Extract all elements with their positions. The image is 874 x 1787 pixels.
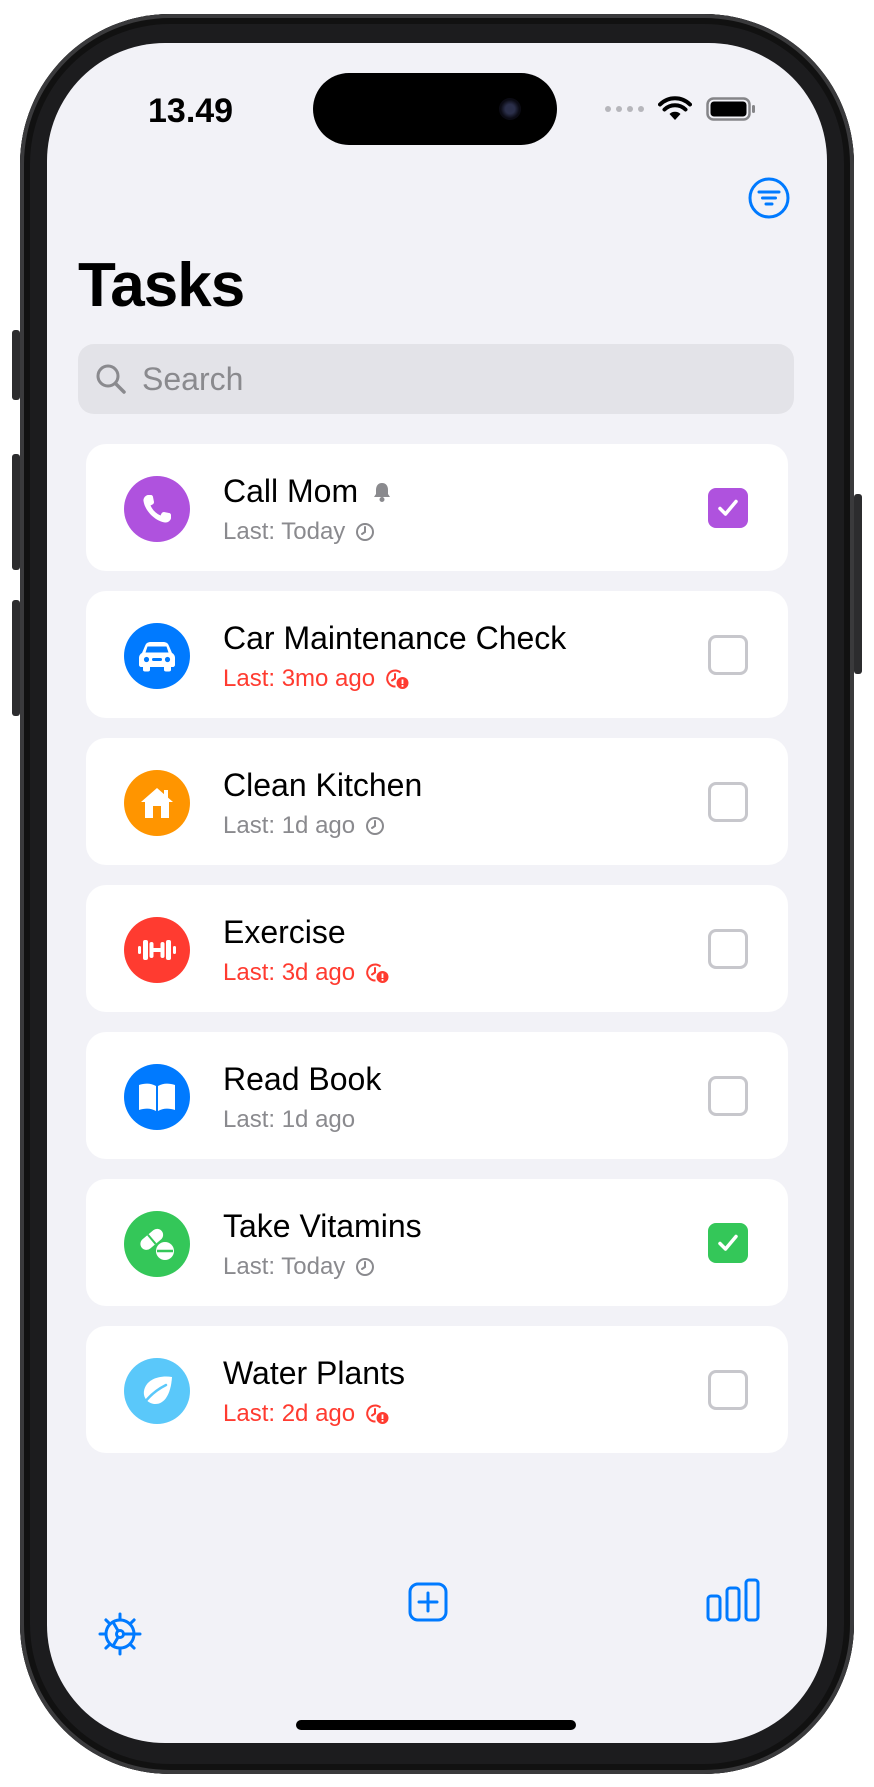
- task-last-done: Last: Today: [223, 518, 375, 546]
- task-name: Clean Kitchen: [223, 767, 423, 803]
- volume-up-button: [12, 454, 20, 570]
- task-name: Call Mom: [223, 473, 359, 509]
- add-task-button[interactable]: [408, 1582, 448, 1627]
- task-name-row: Read Book: [223, 1061, 381, 1098]
- status-time: 13.49: [148, 92, 234, 130]
- stats-bars-icon: [706, 1578, 760, 1622]
- task-last-done: Last: 2d ago: [223, 1400, 389, 1428]
- task-name-row: Water Plants: [223, 1355, 405, 1392]
- task-last-done: Last: 1d ago: [223, 812, 385, 840]
- task-name-row: Exercise: [223, 914, 346, 951]
- last-done-text: Last: 1d ago: [223, 1106, 356, 1133]
- task-name-row: Clean Kitchen: [223, 767, 422, 804]
- phone-icon: [124, 476, 190, 542]
- task-checkbox[interactable]: [708, 929, 748, 969]
- last-done-text: Last: Today: [223, 1253, 346, 1280]
- add-square-icon: [408, 1582, 448, 1622]
- task-name-row: Car Maintenance Check: [223, 620, 566, 657]
- task-checkbox[interactable]: [708, 635, 748, 675]
- search-icon: [96, 364, 126, 394]
- dynamic-island: [313, 73, 557, 145]
- cellular-signal-icon: [605, 106, 644, 112]
- task-list: Call Mom Last: Today Car Maintenance Che…: [86, 444, 788, 1473]
- search-bar[interactable]: [78, 344, 794, 414]
- task-name: Take Vitamins: [223, 1208, 422, 1244]
- clock-icon: [356, 523, 375, 541]
- battery-icon: [706, 97, 755, 121]
- task-row[interactable]: Water Plants Last: 2d ago: [86, 1326, 788, 1453]
- task-checkbox[interactable]: [708, 1370, 748, 1410]
- last-done-text: Last: 1d ago: [223, 812, 356, 839]
- dumbbell-icon: [124, 917, 190, 983]
- task-checkbox[interactable]: [708, 1223, 748, 1263]
- page-title: Tasks: [78, 251, 245, 320]
- task-name: Car Maintenance Check: [223, 620, 567, 656]
- volume-down-button: [12, 600, 20, 716]
- last-done-text: Last: 3d ago: [223, 959, 356, 986]
- task-last-done: Last: Today: [223, 1253, 375, 1281]
- clock-icon: [366, 817, 385, 835]
- filter-button[interactable]: [747, 176, 791, 220]
- task-row[interactable]: Call Mom Last: Today: [86, 444, 788, 571]
- settings-gear-icon: [98, 1612, 142, 1656]
- task-row[interactable]: Exercise Last: 3d ago: [86, 885, 788, 1012]
- settings-button[interactable]: [96, 1610, 144, 1663]
- filter-icon: [748, 177, 790, 219]
- checkmark-icon: [718, 1234, 738, 1251]
- checkmark-icon: [718, 499, 738, 516]
- task-name: Exercise: [223, 914, 346, 950]
- overdue-clock-icon: [386, 669, 409, 689]
- camera-icon: [499, 98, 521, 120]
- status-indicators: [605, 93, 756, 125]
- task-row[interactable]: Take Vitamins Last: Today: [86, 1179, 788, 1306]
- task-checkbox[interactable]: [708, 1076, 748, 1116]
- task-checkbox[interactable]: [708, 782, 748, 822]
- last-done-text: Last: Today: [223, 518, 346, 545]
- stats-button[interactable]: [706, 1578, 760, 1627]
- last-done-text: Last: 3mo ago: [223, 665, 376, 692]
- book-icon: [124, 1064, 190, 1130]
- task-row[interactable]: Car Maintenance Check Last: 3mo ago: [86, 591, 788, 718]
- overdue-clock-icon: [366, 1404, 389, 1424]
- task-last-done: Last: 3mo ago: [223, 665, 409, 693]
- search-input[interactable]: [140, 359, 744, 399]
- task-row[interactable]: Clean Kitchen Last: 1d ago: [86, 738, 788, 865]
- power-button: [854, 494, 862, 674]
- action-button: [12, 330, 20, 400]
- pills-icon: [124, 1211, 190, 1277]
- task-name: Read Book: [223, 1061, 382, 1097]
- task-name: Water Plants: [223, 1355, 405, 1391]
- car-icon: [124, 623, 190, 689]
- bell-icon: [374, 482, 391, 502]
- task-name-row: Call Mom: [223, 473, 392, 510]
- last-done-text: Last: 2d ago: [223, 1400, 356, 1427]
- overdue-clock-icon: [366, 963, 389, 983]
- task-name-row: Take Vitamins: [223, 1208, 422, 1245]
- task-row[interactable]: Read Book Last: 1d ago: [86, 1032, 788, 1159]
- task-last-done: Last: 3d ago: [223, 959, 389, 987]
- task-checkbox[interactable]: [708, 488, 748, 528]
- home-indicator: [296, 1720, 576, 1730]
- wifi-icon: [658, 96, 692, 120]
- leaf-icon: [124, 1358, 190, 1424]
- task-last-done: Last: 1d ago: [223, 1106, 355, 1134]
- clock-icon: [356, 1258, 375, 1276]
- house-icon: [124, 770, 190, 836]
